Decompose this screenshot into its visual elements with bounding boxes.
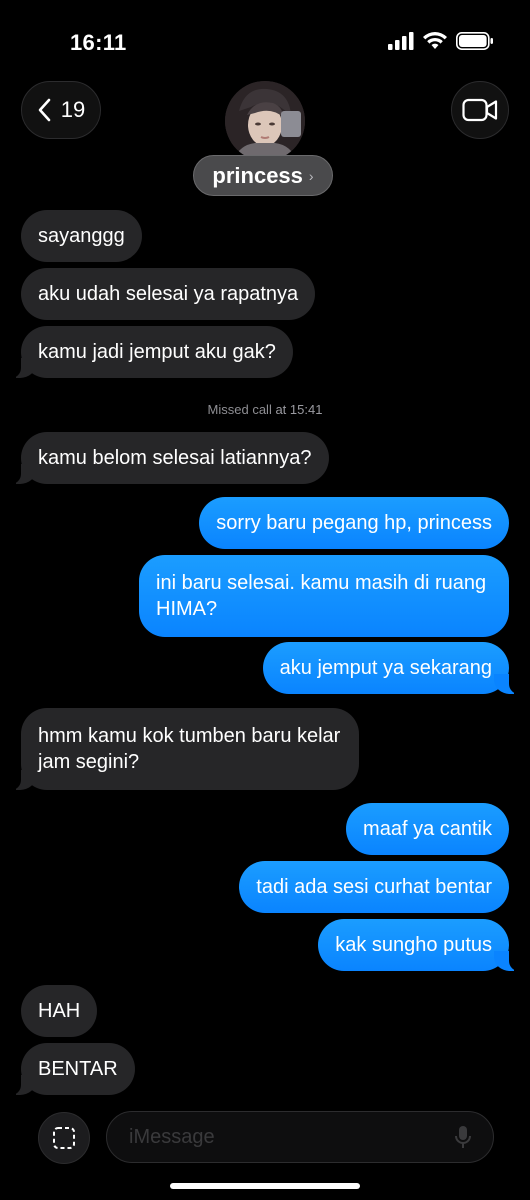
- message-bubble-outgoing[interactable]: aku jemput ya sekarang: [262, 642, 520, 694]
- message-bubble-outgoing[interactable]: ini baru selesai. kamu masih di ruang HI…: [139, 555, 509, 637]
- message-bubble-incoming[interactable]: HAH: [21, 985, 98, 1037]
- message-bubble-outgoing[interactable]: tadi ada sesi curhat bentar: [239, 861, 509, 913]
- wifi-icon: [423, 32, 447, 49]
- contact-name: princess: [212, 162, 303, 188]
- message-bubble-incoming[interactable]: aku udah selesai ya rapatnya: [21, 268, 316, 320]
- missed-call-time: at 15:41: [275, 402, 323, 417]
- back-button[interactable]: 19: [21, 81, 101, 139]
- message-bubble-outgoing[interactable]: sorry baru pegang hp, princess: [199, 497, 509, 549]
- status-icons: [388, 32, 494, 50]
- message-bubble-incoming[interactable]: kamu jadi jemput aku gak?: [11, 326, 293, 378]
- apps-button[interactable]: [38, 1112, 90, 1164]
- chevron-right-icon: ›: [308, 167, 314, 184]
- chevron-left-icon: [38, 98, 51, 122]
- message-bubble-incoming[interactable]: kamu belom selesai latiannya?: [11, 432, 329, 484]
- avatar-photo: [225, 81, 305, 161]
- message-input-placeholder: iMessage: [129, 1125, 215, 1148]
- video-camera-icon: [462, 98, 498, 122]
- message-bubble-incoming[interactable]: BENTAR: [11, 1043, 135, 1095]
- unread-count: 19: [60, 97, 86, 122]
- message-bubble-incoming[interactable]: hmm kamu kok tumben baru kelar jam segin…: [11, 708, 359, 790]
- apps-icon: [53, 1127, 75, 1149]
- missed-call-notice: Missed call at 15:41: [0, 402, 530, 417]
- battery-icon: [456, 32, 493, 50]
- facetime-video-button[interactable]: [451, 81, 509, 139]
- message-bubble-outgoing[interactable]: maaf ya cantik: [346, 803, 509, 855]
- message-bubble-incoming[interactable]: sayanggg: [21, 210, 142, 262]
- message-input[interactable]: iMessage: [106, 1111, 494, 1163]
- home-indicator[interactable]: [170, 1183, 360, 1189]
- message-bubble-outgoing[interactable]: kak sungho putus: [318, 919, 519, 971]
- status-time: 16:11: [70, 30, 127, 55]
- missed-call-label: Missed call: [207, 402, 272, 417]
- contact-name-button[interactable]: princess ›: [193, 155, 333, 196]
- signal-icon: [388, 32, 414, 50]
- contact-avatar[interactable]: [225, 81, 305, 161]
- status-bar: 16:11: [0, 0, 530, 80]
- microphone-icon[interactable]: [455, 1125, 471, 1149]
